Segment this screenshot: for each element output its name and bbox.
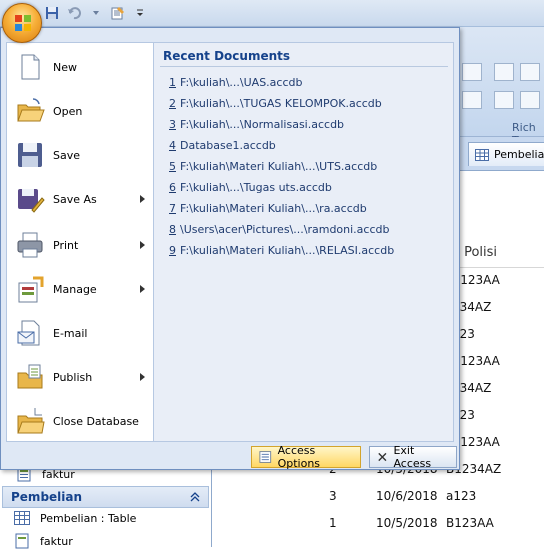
table-icon — [14, 511, 30, 525]
office-logo-icon — [15, 15, 31, 31]
collapse-icon[interactable] — [190, 492, 200, 502]
save-icon — [18, 143, 42, 167]
menu-label: Print — [53, 238, 79, 252]
nav-group-label: Pembelian — [11, 490, 83, 504]
recent-document-item[interactable]: 5 F:\kuliah\Materi Kuliah\...\UTS.accdb — [169, 160, 377, 178]
menu-label: Close Database — [53, 414, 139, 428]
title-bar — [0, 0, 544, 27]
printer-icon — [17, 232, 43, 258]
close-database-icon — [17, 408, 45, 434]
recent-document-item[interactable]: 1 F:\kuliah\...\UAS.accdb — [169, 76, 302, 94]
menu-label: E-mail — [53, 326, 88, 340]
recent-document-item[interactable]: 8 \Users\acer\Pictures\...\ramdoni.accdb — [169, 223, 389, 241]
table-cell[interactable]: 10/6/2018 — [376, 489, 438, 503]
qat-menu-icon[interactable] — [132, 5, 148, 21]
menu-item-publish[interactable]: Publish — [7, 355, 153, 399]
close-icon — [377, 452, 387, 462]
recent-document-item[interactable]: 7 F:\kuliah\Materi Kuliah\...\ra.accdb — [169, 202, 367, 220]
menu-label: Save — [53, 148, 81, 162]
indent-icon[interactable] — [494, 91, 514, 109]
menu-item-print[interactable]: Print — [7, 223, 153, 267]
submenu-arrow-icon — [140, 285, 145, 293]
save-as-icon — [18, 189, 45, 213]
manage-icon — [18, 276, 44, 303]
office-menu-footer: Access Options Exit Access — [251, 444, 457, 470]
quick-access-toolbar — [44, 4, 148, 22]
recent-document-item[interactable]: 6 F:\kuliah\...\Tugas uts.accdb — [169, 181, 332, 199]
recent-documents-title: Recent Documents — [163, 49, 291, 63]
access-options-label: Access Options — [277, 444, 321, 470]
recent-documents-panel: Recent Documents 1 F:\kuliah\...\UAS.accd… — [154, 42, 454, 442]
paragraph-icon[interactable] — [462, 91, 482, 109]
recent-document-item[interactable]: 2 F:\kuliah\...\TUGAS KELOMPOK.accdb — [169, 97, 382, 115]
menu-item-save[interactable]: Save — [7, 133, 153, 177]
office-menu-commands: New Open Save Save As Print Manage E-mai… — [6, 42, 154, 442]
menu-label: Publish — [53, 370, 93, 384]
divider — [160, 66, 448, 67]
undo-icon[interactable] — [66, 5, 82, 21]
nav-group-pembelian[interactable]: Pembelian — [2, 486, 209, 508]
nav-item-label: faktur — [40, 534, 73, 548]
office-button[interactable] — [2, 3, 42, 43]
menu-item-save-as[interactable]: Save As — [7, 177, 153, 221]
table-cell[interactable]: 10/5/2018 — [376, 516, 438, 530]
menu-item-close-database[interactable]: Close Database — [7, 399, 153, 443]
menu-label: Open — [53, 104, 83, 118]
submenu-arrow-icon — [140, 241, 145, 249]
menu-label: New — [53, 60, 77, 74]
options-icon — [259, 451, 272, 463]
recent-document-item[interactable]: 9 F:\kuliah\Materi Kuliah\...\RELASI.accd… — [169, 244, 394, 262]
tab-label: Pembelia — [494, 148, 544, 161]
recent-document-item[interactable]: 3 F:\kuliah\...\Normalisasi.accdb — [169, 118, 344, 136]
tab-pembelian[interactable]: Pembelia — [468, 142, 544, 166]
outdent-icon[interactable] — [520, 91, 540, 109]
access-options-button[interactable]: Access Options — [251, 444, 361, 470]
table-cell[interactable]: 3 — [329, 489, 337, 503]
email-icon — [17, 320, 40, 346]
submenu-arrow-icon — [140, 195, 145, 203]
customize-qat-icon[interactable] — [110, 5, 126, 21]
recent-document-item[interactable]: 4 Database1.accdb — [169, 139, 276, 157]
save-icon[interactable] — [44, 5, 60, 21]
exit-access-label: Exit Access — [393, 444, 432, 470]
menu-label: Manage — [53, 282, 97, 296]
exit-access-button[interactable]: Exit Access — [368, 444, 457, 470]
menu-label: Save As — [53, 192, 97, 206]
bullets-icon[interactable] — [494, 63, 514, 81]
table-cell[interactable]: B123AA — [446, 516, 494, 530]
publish-icon — [17, 364, 43, 389]
open-folder-icon — [17, 98, 45, 122]
submenu-arrow-icon — [140, 373, 145, 381]
numbering-icon[interactable] — [520, 63, 540, 81]
table-icon — [475, 148, 489, 161]
nav-item-faktur[interactable]: faktur — [14, 531, 73, 551]
new-document-icon — [21, 54, 40, 80]
nav-item-pembelian-table[interactable]: Pembelian : Table — [14, 508, 136, 528]
menu-item-open[interactable]: Open — [7, 89, 153, 133]
menu-item-email[interactable]: E-mail — [7, 311, 153, 355]
dropdown-arrow-icon[interactable] — [88, 5, 104, 21]
menu-item-new[interactable]: New — [7, 45, 153, 89]
office-menu: New Open Save Save As Print Manage E-mai… — [0, 27, 460, 470]
menu-item-manage[interactable]: Manage — [7, 267, 153, 311]
table-cell[interactable]: a123 — [446, 489, 476, 503]
align-icon[interactable] — [462, 63, 482, 81]
nav-item-label: Pembelian : Table — [40, 511, 137, 525]
table-cell[interactable]: 1 — [329, 516, 337, 530]
